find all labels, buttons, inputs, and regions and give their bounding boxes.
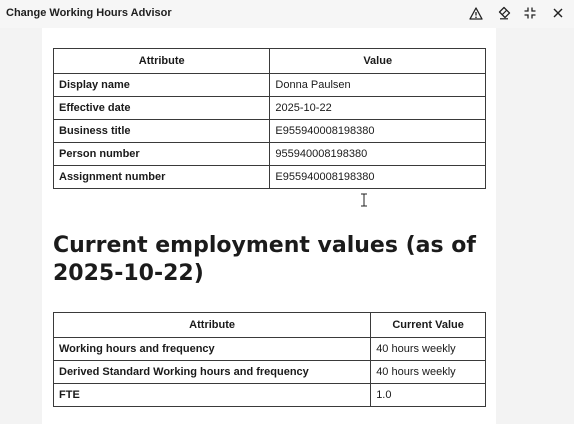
table-row: Person number 955940008198380 bbox=[52, 142, 486, 166]
table-header-row: Attribute Value bbox=[52, 48, 486, 74]
text-cursor-icon bbox=[360, 193, 368, 207]
attribute-cell: Person number bbox=[52, 142, 271, 166]
table-row: Display name Donna Paulsen bbox=[52, 73, 486, 97]
table-row: Business title E955940008198380 bbox=[52, 119, 486, 143]
advisor-content: Attribute Value Display name Donna Pauls… bbox=[42, 28, 496, 424]
close-icon[interactable] bbox=[550, 5, 566, 21]
value-cell: E955940008198380 bbox=[269, 165, 486, 189]
value-cell: 40 hours weekly bbox=[370, 337, 486, 361]
value-cell: Donna Paulsen bbox=[269, 73, 486, 97]
table-row: Working hours and frequency 40 hours wee… bbox=[52, 337, 486, 361]
column-header-attribute: Attribute bbox=[52, 312, 372, 338]
value-cell: 1.0 bbox=[370, 383, 486, 407]
value-cell: 2025-10-22 bbox=[269, 96, 486, 120]
attribute-cell: Assignment number bbox=[52, 165, 271, 189]
column-header-current-value: Current Value bbox=[370, 312, 486, 338]
attribute-cell: FTE bbox=[52, 383, 372, 407]
employment-values-table: Attribute Current Value Working hours an… bbox=[52, 312, 486, 407]
attribute-cell: Display name bbox=[52, 73, 271, 97]
attribute-cell: Derived Standard Working hours and frequ… bbox=[52, 360, 372, 384]
table-row: Effective date 2025-10-22 bbox=[52, 96, 486, 120]
section-heading: Current employment values (as of 2025-10… bbox=[53, 233, 476, 286]
collapse-icon[interactable] bbox=[522, 5, 538, 21]
value-cell: E955940008198380 bbox=[269, 119, 486, 143]
table-row: FTE 1.0 bbox=[52, 383, 486, 407]
attribute-cell: Business title bbox=[52, 119, 271, 143]
eraser-icon[interactable] bbox=[496, 5, 512, 21]
value-cell: 40 hours weekly bbox=[370, 360, 486, 384]
table-row: Assignment number E955940008198380 bbox=[52, 165, 486, 189]
column-header-attribute: Attribute bbox=[52, 48, 271, 74]
table-row: Derived Standard Working hours and frequ… bbox=[52, 360, 486, 384]
title-bar: Change Working Hours Advisor bbox=[0, 0, 574, 28]
summary-table: Attribute Value Display name Donna Pauls… bbox=[52, 48, 486, 189]
value-cell: 955940008198380 bbox=[269, 142, 486, 166]
attribute-cell: Effective date bbox=[52, 96, 271, 120]
warning-icon[interactable] bbox=[468, 5, 484, 21]
column-header-value: Value bbox=[269, 48, 486, 74]
table-header-row: Attribute Current Value bbox=[52, 312, 486, 338]
attribute-cell: Working hours and frequency bbox=[52, 337, 372, 361]
window-title: Change Working Hours Advisor bbox=[6, 7, 172, 19]
